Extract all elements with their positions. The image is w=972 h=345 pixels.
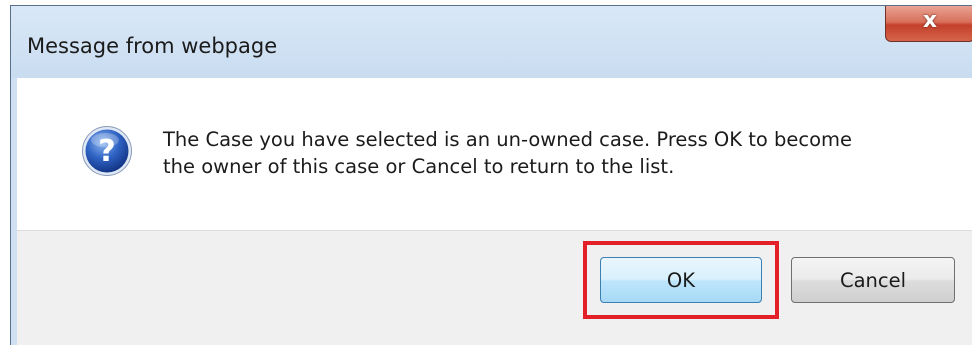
close-button[interactable]: x — [885, 6, 972, 42]
message-dialog: Message from webpage x ? The Case you ha… — [10, 5, 972, 345]
dialog-message: The Case you have selected is an un-owne… — [163, 126, 943, 180]
cancel-button[interactable]: Cancel — [791, 257, 955, 303]
question-icon: ? — [82, 126, 132, 176]
close-icon: x — [922, 8, 938, 33]
ok-button[interactable]: OK — [600, 257, 762, 303]
message-line-1: The Case you have selected is an un-owne… — [163, 128, 853, 151]
message-line-2: the owner of this case or Cancel to retu… — [163, 155, 675, 178]
dialog-content: ? The Case you have selected is an un-ow… — [17, 78, 972, 230]
svg-text:?: ? — [98, 134, 115, 169]
dialog-footer: OK Cancel — [17, 230, 972, 345]
dialog-title: Message from webpage — [27, 34, 278, 58]
dialog-titlebar: Message from webpage — [11, 6, 972, 78]
